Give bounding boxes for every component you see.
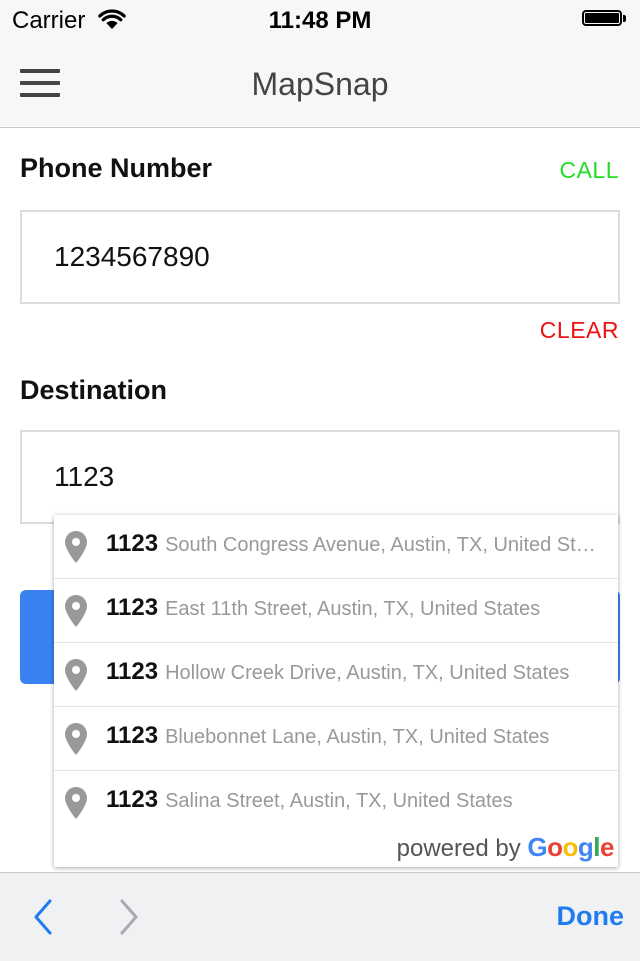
suggestion-item[interactable]: 1123 South Congress Avenue, Austin, TX, U… xyxy=(54,515,618,579)
powered-by-google: powered by Google xyxy=(396,832,615,863)
phone-number-label: Phone Number xyxy=(20,153,213,183)
map-pin-icon xyxy=(65,531,87,563)
suggestion-item[interactable]: 1123 Bluebonnet Lane, Austin, TX, United … xyxy=(54,707,618,771)
chevron-right-icon[interactable] xyxy=(114,897,144,937)
suggestion-number: 1123 xyxy=(106,594,159,621)
done-button[interactable]: Done xyxy=(557,901,625,932)
suggestion-number: 1123 xyxy=(106,786,159,813)
map-pin-icon xyxy=(65,787,87,819)
status-bar: Carrier 11:48 PM xyxy=(0,0,640,40)
suggestion-address: South Congress Avenue, Austin, TX, Unite… xyxy=(165,534,606,556)
phone-number-input[interactable] xyxy=(22,212,618,302)
map-pin-icon xyxy=(65,595,87,627)
destination-label: Destination xyxy=(20,375,168,405)
keyboard-toolbar: Done xyxy=(0,872,640,961)
suggestion-address: Hollow Creek Drive, Austin, TX, United S… xyxy=(165,662,570,684)
destination-input[interactable] xyxy=(22,432,618,522)
clock: 11:48 PM xyxy=(268,7,372,34)
google-logo: Google xyxy=(527,832,614,862)
chevron-left-icon[interactable] xyxy=(28,897,58,937)
suggestion-number: 1123 xyxy=(106,530,159,557)
suggestion-number: 1123 xyxy=(106,722,159,749)
map-pin-icon xyxy=(65,659,87,691)
destination-field[interactable] xyxy=(20,430,620,524)
suggestion-item[interactable]: 1123 East 11th Street, Austin, TX, United… xyxy=(54,579,618,643)
autocomplete-dropdown: 1123 South Congress Avenue, Austin, TX, U… xyxy=(54,515,618,867)
clear-button[interactable]: CLEAR xyxy=(540,317,619,344)
nav-bar: MapSnap xyxy=(0,40,640,128)
app-title: MapSnap xyxy=(251,66,389,102)
suggestion-address: Bluebonnet Lane, Austin, TX, United Stat… xyxy=(165,726,550,748)
battery-icon xyxy=(582,10,626,28)
suggestion-address: East 11th Street, Austin, TX, United Sta… xyxy=(165,598,541,620)
call-button[interactable]: CALL xyxy=(559,157,619,184)
powered-by-label: powered by xyxy=(396,835,521,862)
suggestion-address: Salina Street, Austin, TX, United States xyxy=(165,790,513,812)
suggestion-item[interactable]: 1123 Salina Street, Austin, TX, United St… xyxy=(54,771,618,835)
suggestion-number: 1123 xyxy=(106,658,159,685)
phone-number-field[interactable] xyxy=(20,210,620,304)
suggestion-item[interactable]: 1123 Hollow Creek Drive, Austin, TX, Unit… xyxy=(54,643,618,707)
map-pin-icon xyxy=(65,723,87,755)
